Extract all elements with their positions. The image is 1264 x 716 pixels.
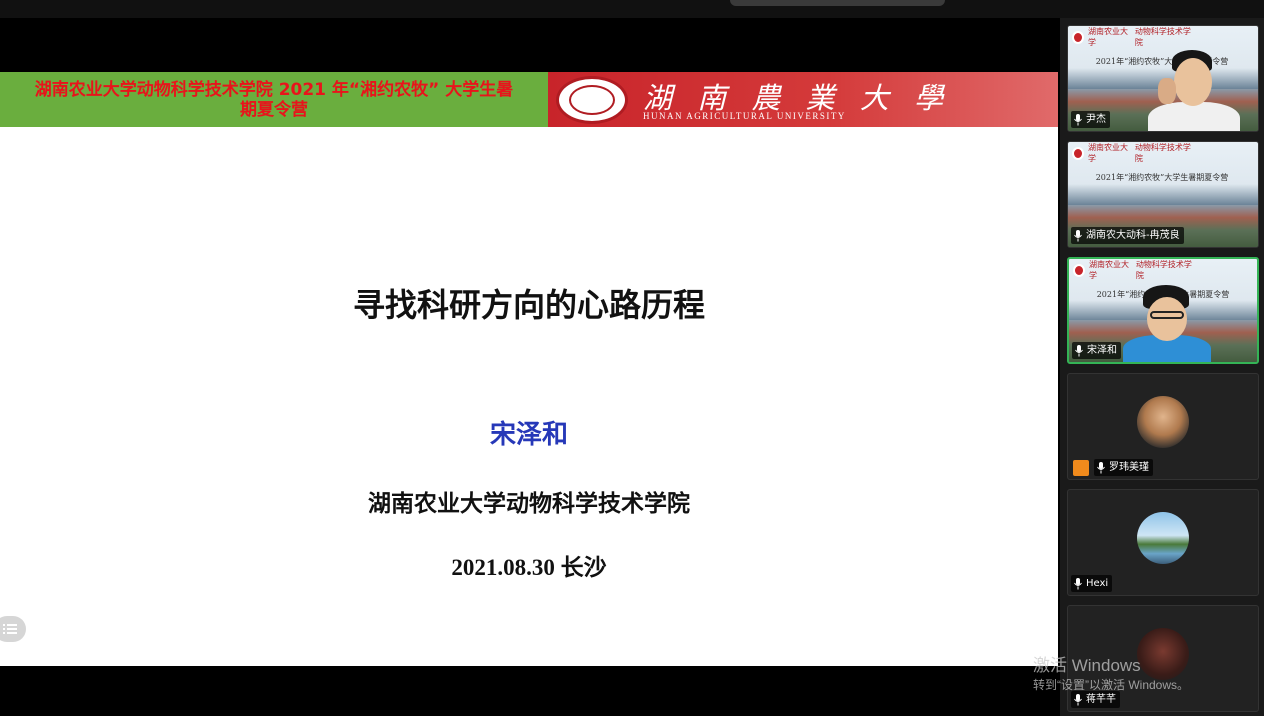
participant-video <box>1138 50 1248 131</box>
thumbnail-university-name: 湖南农业大学 <box>1088 143 1129 163</box>
university-seal-icon <box>1072 30 1085 44</box>
university-seal-icon <box>1072 146 1085 160</box>
university-seal-icon <box>556 76 628 124</box>
top-bar <box>0 0 1264 18</box>
banner-title-block: 湖南农业大学动物科学技术学院 2021 年“湘约农牧” 大学生暑 期夏令营 <box>0 72 548 127</box>
avatar <box>1137 512 1189 564</box>
slide-date-place: 2021.08.30 长沙 <box>451 555 607 580</box>
participant-sidebar: 湖南农业大学 动物科学技术学院 2021年“湘约农牧”大学生暑期夏令营 尹杰 湖… <box>1060 18 1264 716</box>
thumbnail-camp-title: 2021年“湘约农牧”大学生暑期夏令营 <box>1095 173 1229 182</box>
avatar <box>1137 396 1189 448</box>
thumbnail-college-name: 动物科学技术学院 <box>1134 27 1191 47</box>
windows-activation-watermark: 激活 Windows 转到“设置”以激活 Windows。 <box>1033 656 1189 694</box>
thumbnail-university-name: 湖南农业大学 <box>1088 27 1129 47</box>
mic-icon <box>1097 461 1105 473</box>
participant-tile[interactable]: 湖南农业大学 动物科学技术学院 2021年“湘约农牧”大学生暑期夏令营 尹杰 <box>1067 25 1259 132</box>
university-name-en: HUNAN AGRICULTURAL UNIVERSITY <box>643 111 846 121</box>
mic-icon <box>1074 693 1082 705</box>
watermark-line1: 激活 Windows <box>1033 656 1141 675</box>
participant-tile[interactable]: 湖南农业大学 动物科学技术学院 2021年“湘约农牧”大学生暑期夏令营 湖南农大… <box>1067 141 1259 248</box>
mic-icon <box>1074 577 1082 589</box>
participant-tile[interactable]: 罗玮美瑾 <box>1067 373 1259 480</box>
slide-list-button[interactable] <box>0 616 26 642</box>
participant-name-tag: 罗玮美瑾 <box>1071 459 1157 476</box>
slide-title: 寻找科研方向的心路历程 <box>352 286 705 324</box>
thumbnail-university-name: 湖南农业大学 <box>1089 260 1130 280</box>
top-drag-handle[interactable] <box>730 0 945 6</box>
thumbnail-college-name: 动物科学技术学院 <box>1135 260 1192 280</box>
thumbnail-college-name: 动物科学技术学院 <box>1134 143 1191 163</box>
participant-name: Hexi <box>1086 578 1109 589</box>
banner-title-line2: 期夏令营 <box>240 99 308 120</box>
participant-name: 宋泽和 <box>1087 345 1117 356</box>
slide-author: 宋泽和 <box>489 420 568 450</box>
watermark-line2: 转到“设置”以激活 Windows。 <box>1033 678 1190 692</box>
slide-institution: 湖南农业大学动物科学技术学院 <box>368 491 690 517</box>
shared-screen-area: 湖南农业大学动物科学技术学院 2021 年“湘约农牧” 大学生暑 期夏令营 湖 … <box>0 18 1060 716</box>
participant-tile-active[interactable]: 湖南农业大学 动物科学技术学院 2021年“湘约农牧”大学生暑期夏令营 宋泽和 <box>1067 257 1259 364</box>
participant-name: 尹杰 <box>1086 114 1106 125</box>
presentation-slide: 湖南农业大学动物科学技术学院 2021 年“湘约农牧” 大学生暑 期夏令营 湖 … <box>0 72 1058 666</box>
banner-university-block: 湖 南 農 業 大 學 HUNAN AGRICULTURAL UNIVERSIT… <box>548 72 1058 127</box>
participant-name-tag: 湖南农大动科-冉茂良 <box>1071 227 1184 244</box>
participant-name-tag: 宋泽和 <box>1072 342 1121 359</box>
participant-name: 湖南农大动科-冉茂良 <box>1086 230 1180 241</box>
university-seal-icon <box>1073 263 1086 277</box>
thumbnail-header: 湖南农业大学 动物科学技术学院 <box>1073 260 1193 280</box>
participant-name-tag: 尹杰 <box>1071 111 1110 128</box>
mic-icon <box>1074 113 1082 125</box>
host-badge-icon <box>1073 459 1089 476</box>
participant-name-tag: Hexi <box>1071 575 1113 592</box>
list-icon <box>3 624 17 634</box>
slide-banner: 湖南农业大学动物科学技术学院 2021 年“湘约农牧” 大学生暑 期夏令营 湖 … <box>0 72 1058 127</box>
banner-title-line1: 湖南农业大学动物科学技术学院 2021 年“湘约农牧” 大学生暑 <box>34 79 514 100</box>
participant-name: 罗玮美瑾 <box>1109 462 1149 473</box>
mic-icon <box>1074 229 1082 241</box>
mic-icon <box>1075 344 1083 356</box>
participant-tile[interactable]: Hexi <box>1067 489 1259 596</box>
thumbnail-header: 湖南农业大学 动物科学技术学院 <box>1072 27 1192 47</box>
thumbnail-header: 湖南农业大学 动物科学技术学院 <box>1072 143 1192 163</box>
participant-video <box>1117 285 1217 362</box>
